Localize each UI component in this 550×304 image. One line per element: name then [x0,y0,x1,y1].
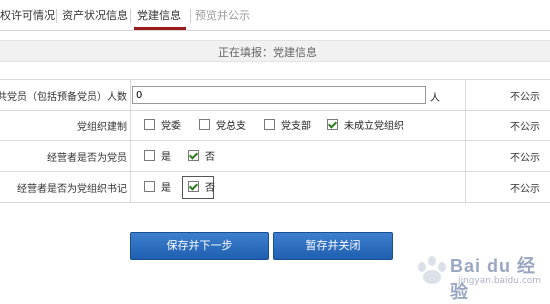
operator-secretary-yes[interactable]: 是 [144,179,171,194]
column-divider [130,141,131,171]
operator-member-row: 经营者是否为党员 是 否 不公示 [0,141,550,172]
column-divider [465,172,466,202]
column-divider [465,141,466,171]
column-divider [465,110,466,140]
member-count-label: 共党员（包括预备党员）人数 [0,92,127,103]
org-option-branch[interactable]: 党支部 [264,117,311,132]
operator-member-yes[interactable]: 是 [144,148,171,163]
checkbox[interactable] [199,119,210,130]
org-setup-label: 党组织建制 [77,122,127,133]
active-tab-indicator [134,27,186,30]
watermark-url: jingyan.baidu.com [458,276,542,286]
save-close-button[interactable]: 暂存并关闭 [273,232,393,260]
operator-secretary-row: 经营者是否为党组织书记 是 否 不公示 [0,172,550,203]
operator-secretary-no[interactable]: 否 [188,179,215,194]
tab-divider [56,9,57,23]
tab-preview-publish[interactable]: 预览并公示 [195,6,250,26]
checkbox[interactable] [144,119,155,130]
checkbox-checked[interactable] [327,119,338,130]
option-label: 党委 [161,121,181,132]
operator-secretary-visibility: 不公示 [510,184,540,195]
org-setup-row: 党组织建制 党委 党总支 党支部 未成立党组织 不公示 [0,110,550,141]
org-option-party-committee[interactable]: 党委 [144,117,181,132]
member-count-unit: 人 [430,93,440,104]
operator-member-visibility: 不公示 [510,153,540,164]
operator-secretary-label: 经营者是否为党组织书记 [17,184,127,195]
org-setup-visibility: 不公示 [510,122,540,133]
checkbox[interactable] [144,181,155,192]
checkbox[interactable] [144,150,155,161]
checkbox[interactable] [264,119,275,130]
option-label: 未成立党组织 [344,121,404,132]
tab-bar: 权许可情况 资产状况信息 党建信息 预览并公示 [0,0,550,31]
member-count-visibility: 不公示 [510,92,540,103]
option-label: 是 [161,152,171,163]
member-count-input[interactable] [132,86,426,104]
org-option-none[interactable]: 未成立党组织 [327,117,404,132]
checkbox-checked[interactable] [188,181,199,192]
option-label: 党总支 [216,121,246,132]
operator-member-no[interactable]: 否 [188,148,215,163]
column-divider [465,80,466,110]
filling-status-bar: 正在填报：党建信息 [0,40,550,62]
tab-license-info[interactable]: 权许可情况 [0,6,55,26]
tab-asset-info[interactable]: 资产状况信息 [62,6,128,26]
filling-status-text: 正在填报：党建信息 [218,46,317,59]
option-label: 否 [205,152,215,163]
tab-divider [130,9,131,23]
operator-member-label: 经营者是否为党员 [47,153,127,164]
save-next-button[interactable]: 保存并下一步 [130,232,269,260]
option-label: 党支部 [281,121,311,132]
checkbox-checked[interactable] [188,150,199,161]
column-divider [130,172,131,202]
tab-party-info[interactable]: 党建信息 [137,6,181,26]
option-label: 是 [161,183,171,194]
column-divider [130,80,131,110]
tab-divider [190,9,191,23]
column-divider [130,110,131,140]
option-label: 否 [205,183,215,194]
org-option-general-branch[interactable]: 党总支 [199,117,246,132]
member-count-row: 共党员（包括预备党员）人数 人 不公示 [0,79,550,111]
